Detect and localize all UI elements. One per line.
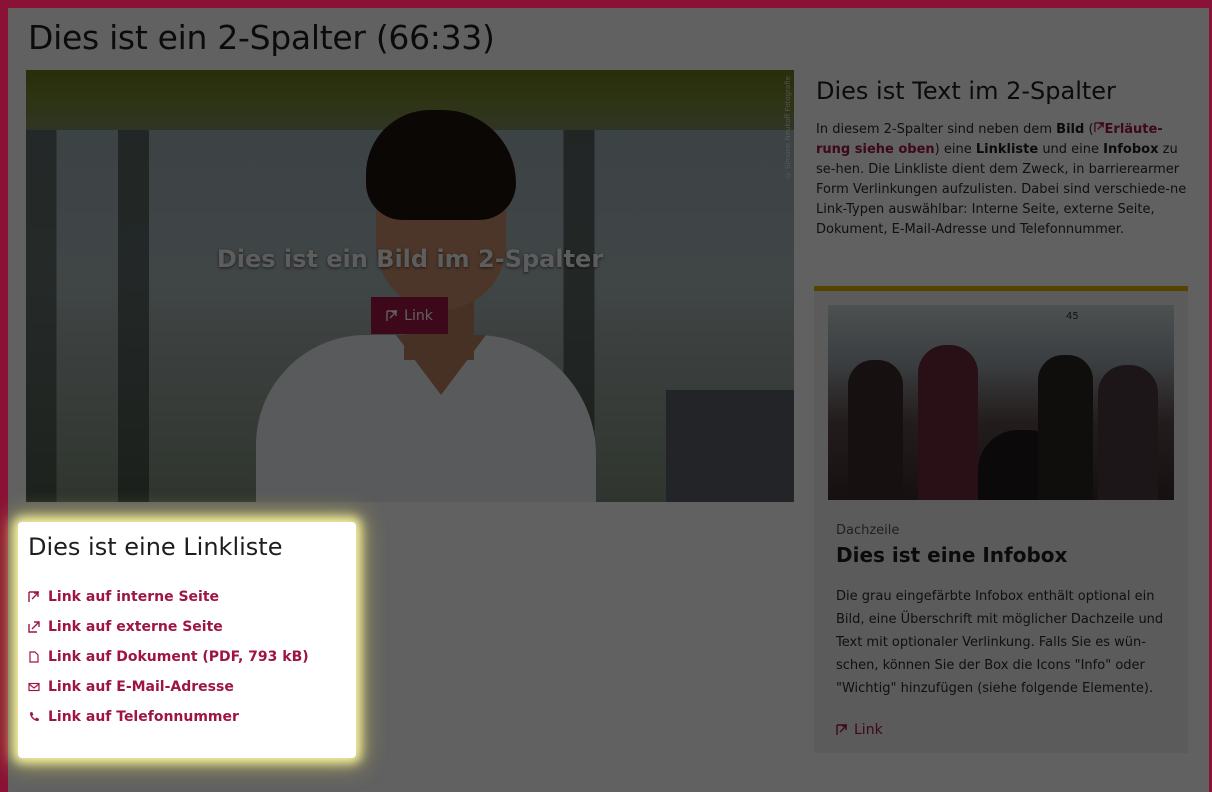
internal-link-icon (1093, 122, 1104, 133)
document-icon (28, 651, 40, 663)
external-link-icon (28, 621, 40, 633)
linklist-item-label: Link auf externe Seite (48, 619, 223, 635)
hero-image: © Simone Neukoff Fotografie Dies ist ein… (26, 70, 794, 502)
infobox: 45 Dachzeile Dies ist eine Infobox Die g… (814, 291, 1188, 753)
hero-link-button[interactable]: Link (371, 297, 448, 334)
hero-title: Dies ist ein Bild im 2-Spalter (216, 245, 604, 273)
image-credit: © Simone Neukoff Fotografie (784, 76, 792, 180)
infobox-link[interactable]: Link (836, 722, 883, 738)
infobox-text: Die grau eingefärbte Infobox enthält opt… (836, 589, 1164, 696)
hero-bench (666, 390, 794, 502)
linklist-item-phone[interactable]: Link auf Telefonnummer (28, 702, 309, 732)
linklist-item-internal[interactable]: Link auf interne Seite (28, 582, 309, 612)
infobox-title: Dies ist eine Infobox (836, 543, 1068, 567)
linklist-title: Dies ist eine Linkliste (28, 533, 283, 561)
internal-link-icon (28, 591, 40, 603)
linklist-item-label: Link auf Telefonnummer (48, 709, 239, 725)
linklist-item-email[interactable]: Link auf E-Mail-Adresse (28, 672, 309, 702)
linklist: Dies ist eine Linkliste Link auf interne… (18, 522, 356, 758)
text-column-title: Dies ist Text im 2-Spalter (816, 77, 1116, 105)
linklist-items: Link auf interne Seite Link auf externe … (28, 582, 309, 732)
linklist-item-external[interactable]: Link auf externe Seite (28, 612, 309, 642)
page: Dies ist ein 2-Spalter (66:33) © Simone … (0, 0, 1212, 792)
text-column-paragraph: In diesem 2-Spalter sind neben dem Bild … (816, 122, 1187, 237)
booth-number: 45 (1066, 311, 1079, 322)
internal-link-icon (386, 309, 398, 322)
internal-link-icon (836, 724, 848, 736)
linklist-item-label: Link auf interne Seite (48, 589, 220, 605)
hero-link-label: Link (404, 307, 433, 324)
mail-icon (28, 681, 40, 693)
linklist-item-label: Link auf Dokument (PDF, 793 kB) (48, 649, 309, 665)
linklist-item-document[interactable]: Link auf Dokument (PDF, 793 kB) (28, 642, 309, 672)
phone-icon (28, 711, 40, 723)
page-title: Dies ist ein 2-Spalter (66:33) (28, 18, 495, 57)
infobox-photo: 45 (828, 305, 1174, 500)
infobox-kicker: Dachzeile (836, 523, 900, 538)
linklist-item-label: Link auf E-Mail-Adresse (48, 679, 234, 695)
infobox-link-label: Link (854, 722, 883, 738)
